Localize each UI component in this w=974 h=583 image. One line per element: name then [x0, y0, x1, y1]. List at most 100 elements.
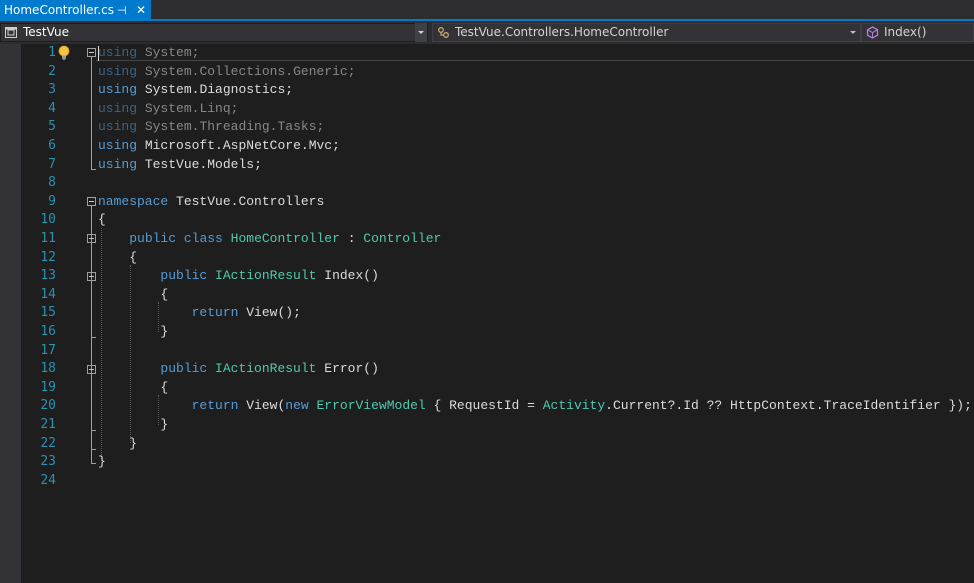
code-token: using — [98, 138, 138, 153]
code-token: RequestId — [449, 398, 520, 414]
code-token: Tasks — [277, 119, 317, 135]
code-token: = — [519, 398, 543, 414]
code-token: } — [98, 324, 169, 339]
class-label: TestVue.Controllers.HomeController — [455, 25, 669, 39]
code-token: return — [191, 398, 239, 414]
collapse-icon[interactable] — [87, 365, 96, 374]
collapse-icon[interactable] — [87, 197, 96, 206]
code-line-4[interactable]: using System.Linq; — [98, 100, 238, 118]
code-line-13[interactable]: public IActionResult Index() — [98, 267, 378, 285]
pin-icon[interactable]: ⊣ — [117, 0, 127, 21]
code-line-9[interactable]: namespace TestVue.Controllers — [98, 193, 324, 211]
code-token: using — [98, 82, 138, 98]
code-token: } — [98, 454, 106, 470]
code-token: Error — [324, 361, 364, 377]
code-token: . — [605, 398, 613, 414]
line-number: 9 — [48, 193, 56, 209]
code-token: { — [98, 212, 106, 228]
line-number: 11 — [40, 231, 56, 246]
member-dropdown[interactable]: Index() — [861, 23, 974, 42]
line-number: 22 — [40, 435, 56, 451]
class-dropdown[interactable]: TestVue.Controllers.HomeController — [432, 23, 861, 42]
code-token: Threading — [199, 119, 270, 135]
code-line-1[interactable]: using System; — [98, 44, 199, 62]
code-line-6[interactable]: using Microsoft.AspNetCore.Mvc; — [98, 137, 340, 155]
code-token: new — [285, 398, 309, 414]
project-dropdown-button[interactable] — [415, 23, 427, 42]
code-line-15[interactable]: return View(); — [98, 304, 301, 322]
collapse-icon[interactable] — [87, 48, 96, 57]
line-number: 15 — [40, 305, 56, 321]
close-icon[interactable]: ✕ — [136, 0, 146, 21]
code-token: () — [363, 361, 379, 377]
code-token: ErrorViewModel — [316, 398, 426, 414]
code-token: ; — [230, 100, 239, 116]
code-token: ; — [332, 138, 340, 153]
navigation-bar: TestVue TestVue.Controllers.HomeControll… — [0, 21, 974, 44]
code-token: System — [144, 45, 192, 60]
line-number: 16 — [40, 324, 56, 339]
line-number: 20 — [40, 398, 56, 414]
code-token: System — [144, 119, 192, 135]
code-token: Generic — [293, 63, 348, 79]
code-token: { — [98, 249, 138, 265]
tab-title: HomeController.cs — [4, 3, 115, 17]
code-line-12[interactable]: { — [98, 249, 137, 267]
code-line-3[interactable]: using System.Diagnostics; — [98, 81, 293, 99]
code-line-19[interactable]: { — [98, 379, 168, 397]
code-token: (); — [277, 305, 301, 321]
code-line-11[interactable]: public class HomeController : Controller — [98, 230, 441, 248]
collapse-icon[interactable] — [87, 234, 96, 243]
project-dropdown[interactable]: TestVue — [0, 23, 428, 42]
lightbulb-icon[interactable] — [57, 45, 71, 61]
code-token: Activity — [542, 398, 606, 414]
code-token: System — [144, 82, 192, 98]
code-token: ; — [347, 63, 356, 79]
code-line-18[interactable]: public IActionResult Error() — [98, 360, 379, 378]
line-number: 24 — [40, 472, 56, 488]
code-line-20[interactable]: return View(new ErrorViewModel { Request… — [98, 397, 972, 415]
code-token: using — [98, 45, 138, 60]
outline-end — [91, 449, 96, 450]
code-token: View — [246, 398, 278, 414]
code-token: Microsoft — [144, 138, 216, 153]
tab-homecontroller[interactable]: HomeController.cs ⊣ ✕ — [0, 0, 151, 21]
class-icon — [438, 27, 449, 38]
collapse-icon[interactable] — [87, 272, 96, 281]
code-line-21[interactable]: } — [98, 416, 168, 434]
code-token: public — [160, 361, 208, 377]
line-number: 17 — [40, 342, 56, 358]
code-line-7[interactable]: using TestVue.Models; — [98, 156, 262, 174]
code-line-10[interactable]: { — [98, 211, 106, 229]
code-token: TestVue — [144, 156, 200, 172]
line-number: 18 — [40, 361, 56, 377]
code-token: Models — [207, 156, 255, 172]
chevron-down-icon — [850, 31, 856, 34]
code-token: TraceIdentifier — [823, 398, 941, 414]
code-line-2[interactable]: using System.Collections.Generic; — [98, 63, 356, 81]
outline-end — [91, 337, 96, 338]
code-line-22[interactable]: } — [98, 435, 137, 453]
line-number: 10 — [40, 212, 56, 228]
code-editor[interactable]: 1 2 3 4 5 6 7 8 9 10 11 12 13 14 15 16 1… — [0, 44, 974, 583]
code-line-14[interactable]: { — [98, 286, 168, 304]
code-line-5[interactable]: using System.Threading.Tasks; — [98, 118, 324, 136]
code-token: using — [98, 119, 138, 135]
code-token: { — [425, 398, 450, 414]
chevron-down-icon — [418, 31, 424, 34]
code-token: { — [98, 286, 169, 302]
code-token: public — [129, 231, 177, 246]
code-line-16[interactable]: } — [98, 323, 168, 341]
csharp-project-icon — [5, 27, 17, 38]
code-line-23[interactable]: } — [98, 453, 106, 471]
